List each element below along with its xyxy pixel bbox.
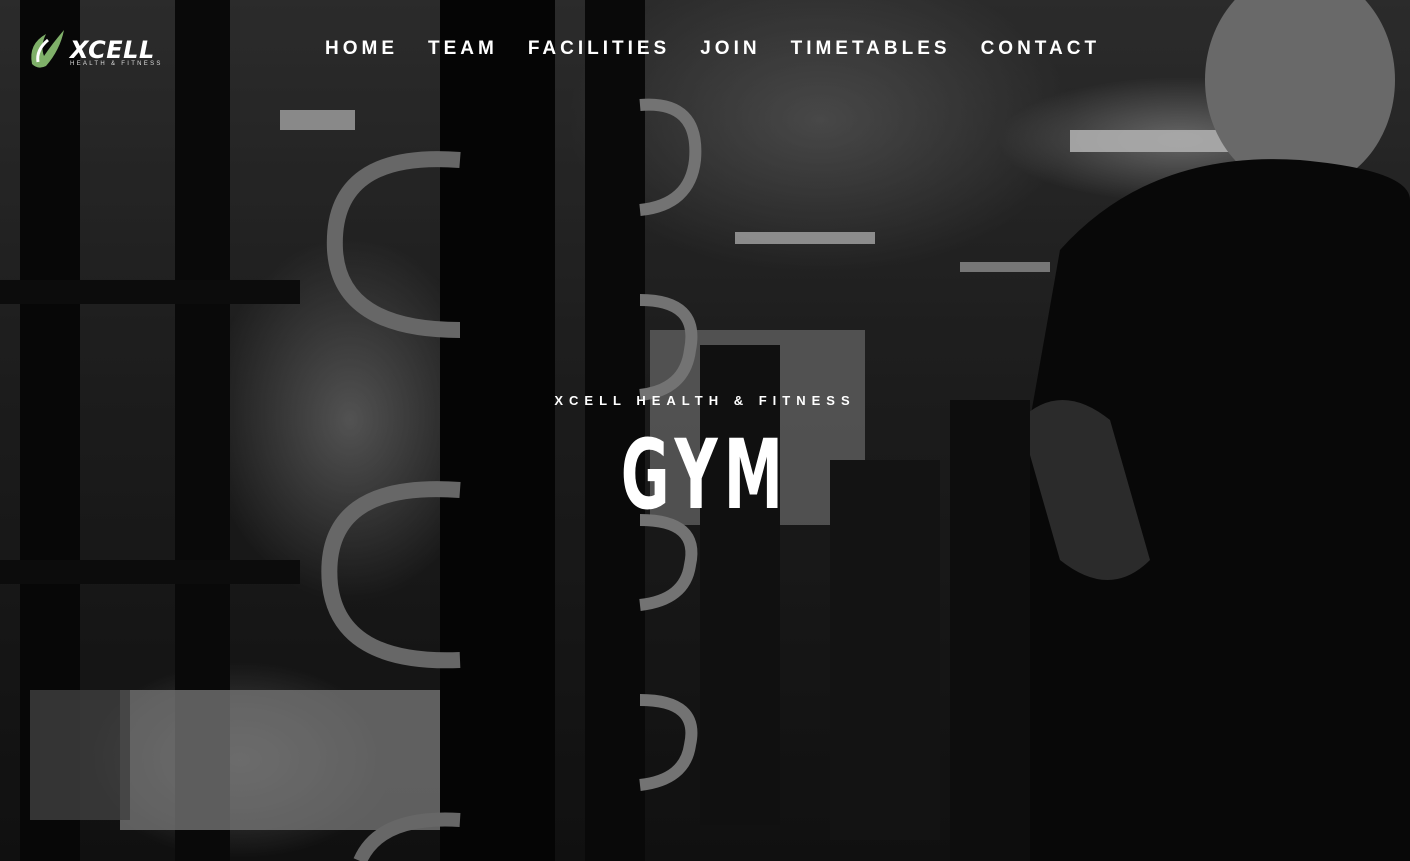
nav-item-timetables[interactable]: TIMETABLES <box>791 38 951 60</box>
brand-name: XCELL <box>70 36 155 64</box>
hero-kicker: XCELL HEALTH & FITNESS <box>554 393 856 408</box>
nav-item-team[interactable]: TEAM <box>428 38 498 60</box>
main-nav: HOME TEAM FACILITIES JOIN TIMETABLES CON… <box>325 38 1130 60</box>
nav-item-home[interactable]: HOME <box>325 38 398 60</box>
brand-tagline: HEALTH & FITNESS <box>70 61 163 67</box>
nav-item-join[interactable]: JOIN <box>700 38 760 60</box>
nav-item-facilities[interactable]: FACILITIES <box>528 38 670 60</box>
nav-item-contact[interactable]: CONTACT <box>981 38 1100 60</box>
swoosh-logo-icon <box>31 30 64 68</box>
brand-logo[interactable]: XCELL HEALTH & FITNESS <box>26 24 171 74</box>
hero-title: GYM <box>620 419 790 531</box>
